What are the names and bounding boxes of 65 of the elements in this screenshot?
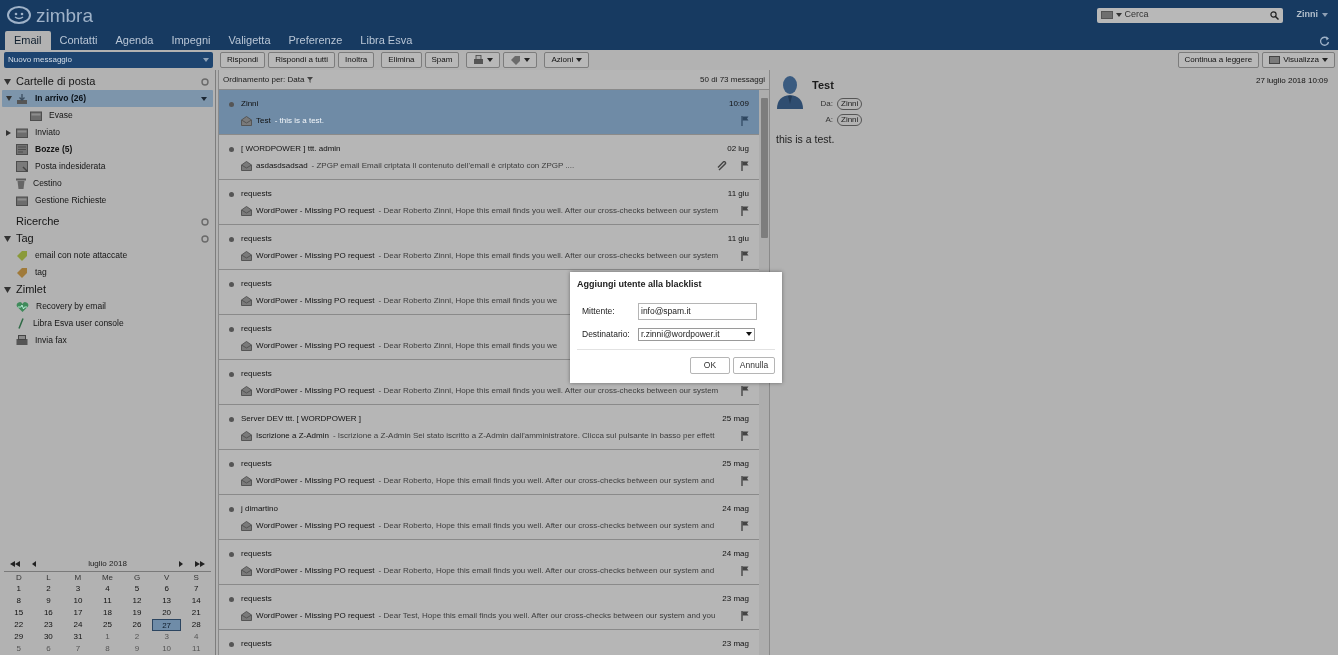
message-subject: WordPower - Missing PO request xyxy=(256,250,375,262)
sender-name: requests xyxy=(241,638,272,650)
message-preview: - Iscrizione a Z-Admin Sei stato iscritto a Z-Admin dall'amministratore. Clicca sul pulsante in basso per effett xyxy=(332,430,715,442)
message-preview: - Dear Roberto Zinni, Hope this email finds you well. After our cross-checks between our system xyxy=(378,385,719,397)
message-preview: - Dear Roberto Zinni, Hope this email finds you well. After our cross-checks between our system xyxy=(378,250,719,262)
weekday-label: Me xyxy=(101,571,114,584)
message-subject: WordPower - Missing PO request xyxy=(256,205,375,217)
message-subject: Test xyxy=(256,115,271,127)
sender-name: requests xyxy=(241,278,272,290)
sender-name: requests xyxy=(241,548,272,560)
message-date: 11 giu xyxy=(727,233,749,245)
field-label: Mittente: xyxy=(582,304,616,318)
weekday-label: L xyxy=(46,571,51,584)
message-date: 25 mag xyxy=(722,458,749,470)
message-preview: - Dear Roberto, Hope this email finds you well. After our cross-checks between our system and xyxy=(378,565,715,577)
sender-name: requests xyxy=(241,593,272,605)
message-date: 02 lug xyxy=(727,143,749,155)
message-date: 27 luglio 2018 10:09 xyxy=(1255,75,1328,87)
sender-name: requests xyxy=(241,188,272,200)
message-date: 10:09 xyxy=(728,98,749,110)
message-preview: - Dear Roberto Zinni, Hope this email finds you we xyxy=(378,340,558,352)
weekday-label: G xyxy=(133,571,141,584)
message-title: Test xyxy=(812,78,835,93)
message-preview: - Dear Test, Hope this email finds you well. After our cross-checks between our system and you xyxy=(378,610,716,622)
address-label: A: xyxy=(824,113,833,126)
message-date: 23 mag xyxy=(722,593,749,605)
message-subject: WordPower - Missing PO request xyxy=(256,295,375,307)
weekday-label: S xyxy=(193,571,199,584)
message-preview: - this is a test. xyxy=(274,115,325,127)
message-preview: - Dear Roberto, Hope this email finds you well. After our cross-checks between our system and xyxy=(378,520,715,532)
sender-name: requests xyxy=(241,233,272,245)
sender-name: Zinni xyxy=(241,98,259,110)
message-subject: WordPower - Missing PO request xyxy=(256,385,375,397)
message-subject: WordPower - Missing PO request xyxy=(256,340,375,352)
message-date: 24 mag xyxy=(722,503,749,515)
message-subject: WordPower - Missing PO request xyxy=(256,610,375,622)
weekday-label: V xyxy=(163,571,170,584)
calendar-title: luglio 2018 xyxy=(87,558,128,570)
sender-name: requests xyxy=(241,368,272,380)
message-date: 24 mag xyxy=(722,548,749,560)
message-preview: - Dear Roberto, Hope this email finds you well. After our cross-checks between our system and xyxy=(378,475,715,487)
message-date: 11 giu xyxy=(727,188,749,200)
weekday-label: M xyxy=(74,571,82,584)
sender-name: requests xyxy=(241,458,272,470)
logo-text: zimbra xyxy=(36,5,93,25)
message-preview: - Dear Roberto Zinni, Hope this email finds you we xyxy=(378,295,558,307)
message-date: 25 mag xyxy=(722,413,749,425)
sender-name: [ WORDPOWER ] ttt. admin xyxy=(241,143,341,155)
sender-name: requests xyxy=(241,323,272,335)
message-subject: WordPower - Missing PO request xyxy=(256,565,375,577)
message-subject: Iscrizione a Z-Admin xyxy=(256,430,329,442)
message-subject: asdasdsadsad xyxy=(256,160,308,172)
message-subject: WordPower - Missing PO request xyxy=(256,520,375,532)
sender-name: j dimartino xyxy=(241,503,278,515)
sender-name: Server DEV ttt. [ WORDPOWER ] xyxy=(241,413,361,425)
message-preview: - Dear Roberto Zinni, Hope this email finds you well. After our cross-checks between our system xyxy=(378,205,719,217)
dialog-title: Aggiungi utente alla blacklist xyxy=(577,278,703,291)
message-date: 23 mag xyxy=(722,638,749,650)
message-body: this is a test. xyxy=(776,131,836,147)
message-count: 50 di 73 messaggi xyxy=(700,73,765,86)
weekday-label: D xyxy=(15,571,22,584)
message-preview: - ZPGP email Email criptata Il contenuto dell'email è criptato con ZPGP .... xyxy=(311,160,575,172)
field-label: Destinatario: xyxy=(582,327,631,341)
message-subject: WordPower - Missing PO request xyxy=(256,475,375,487)
address-label: Da: xyxy=(819,97,833,110)
